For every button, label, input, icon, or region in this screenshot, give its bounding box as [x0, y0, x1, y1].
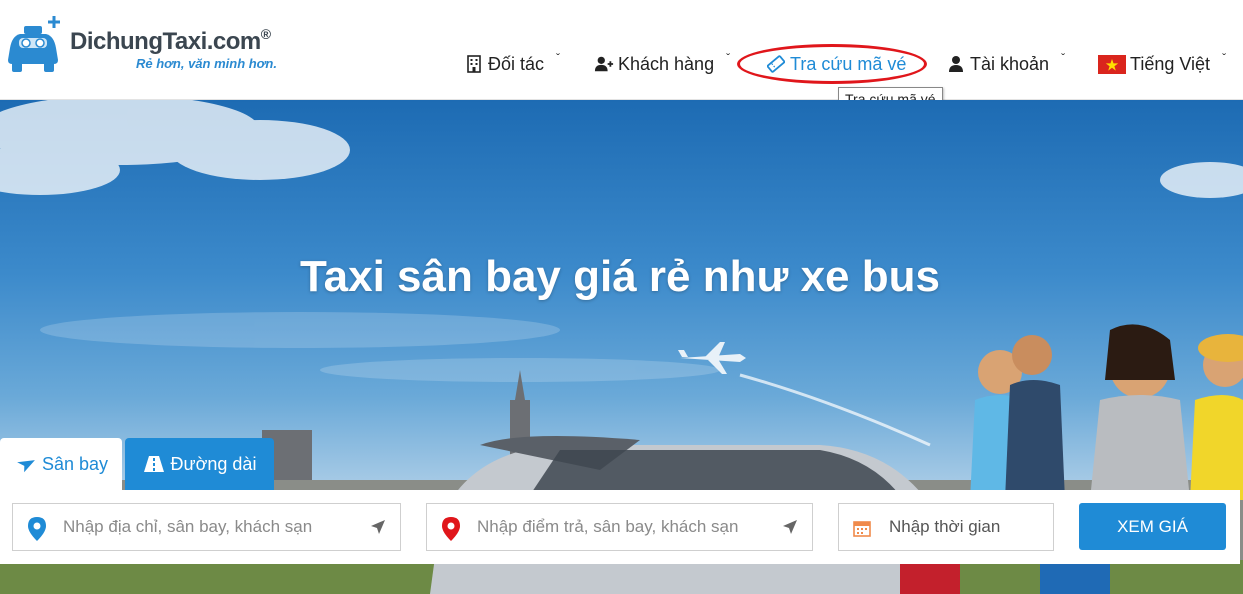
chevron-down-icon: ˇ: [1061, 51, 1066, 65]
locate-arrow-icon[interactable]: [782, 519, 798, 535]
tab-long-distance[interactable]: Đường dài: [125, 438, 274, 490]
ticket-icon: [766, 54, 786, 74]
nav-ticket-lookup-label: Tra cứu mã vé: [790, 53, 907, 74]
location-pin-icon: [28, 517, 46, 541]
location-pin-icon: [442, 517, 460, 541]
chevron-down-icon: ˇ: [726, 51, 731, 65]
road-icon: [143, 453, 165, 475]
site-header: DichungTaxi.com® Rẻ hơn, văn minh hơn. Đ…: [0, 0, 1243, 111]
nav-customers[interactable]: Khách hàng ˇ: [594, 51, 731, 76]
locate-arrow-icon[interactable]: [370, 519, 386, 535]
chevron-down-icon: ˇ: [1222, 51, 1227, 65]
main-nav: Đối tác ˇ Khách hàng ˇ Tra cứu mã vé Tài…: [0, 0, 1243, 100]
dropoff-input[interactable]: Nhập điểm trả, sân bay, khách sạn: [426, 503, 813, 551]
vietnam-flag-icon: [1098, 54, 1126, 74]
hero-title: Taxi sân bay giá rẻ như xe bus: [300, 252, 940, 301]
time-placeholder: Nhập thời gian: [889, 517, 1001, 536]
pickup-placeholder: Nhập địa chỉ, sân bay, khách sạn: [63, 517, 313, 536]
booking-form: Nhập địa chỉ, sân bay, khách sạn Nhập đi…: [0, 490, 1240, 564]
calendar-icon: [853, 521, 871, 537]
nav-account-label: Tài khoản: [970, 53, 1050, 74]
time-input[interactable]: Nhập thời gian: [838, 503, 1054, 551]
user-icon: [946, 54, 966, 74]
nav-customers-label: Khách hàng: [618, 53, 715, 74]
plane-icon: [14, 453, 36, 475]
nav-ticket-lookup[interactable]: Tra cứu mã vé: [766, 52, 906, 76]
nav-partners[interactable]: Đối tác ˇ: [464, 51, 561, 76]
hero-banner: Taxi sân bay giá rẻ như xe bus Sân bay Đ…: [0, 100, 1243, 594]
tab-airport[interactable]: Sân bay: [0, 438, 122, 490]
user-plus-icon: [594, 54, 614, 74]
nav-partners-label: Đối tác: [488, 53, 545, 74]
view-price-button[interactable]: XEM GIÁ: [1079, 503, 1226, 550]
nav-language[interactable]: Tiếng Việt ˇ: [1098, 51, 1227, 76]
nav-language-label: Tiếng Việt: [1130, 53, 1211, 74]
pickup-input[interactable]: Nhập địa chỉ, sân bay, khách sạn: [12, 503, 401, 551]
tab-long-distance-label: Đường dài: [170, 453, 257, 474]
dropoff-placeholder: Nhập điểm trả, sân bay, khách sạn: [477, 517, 739, 536]
chevron-down-icon: ˇ: [556, 51, 561, 65]
nav-account[interactable]: Tài khoản ˇ: [946, 51, 1066, 76]
tab-airport-label: Sân bay: [41, 453, 109, 474]
building-icon: [464, 54, 484, 74]
